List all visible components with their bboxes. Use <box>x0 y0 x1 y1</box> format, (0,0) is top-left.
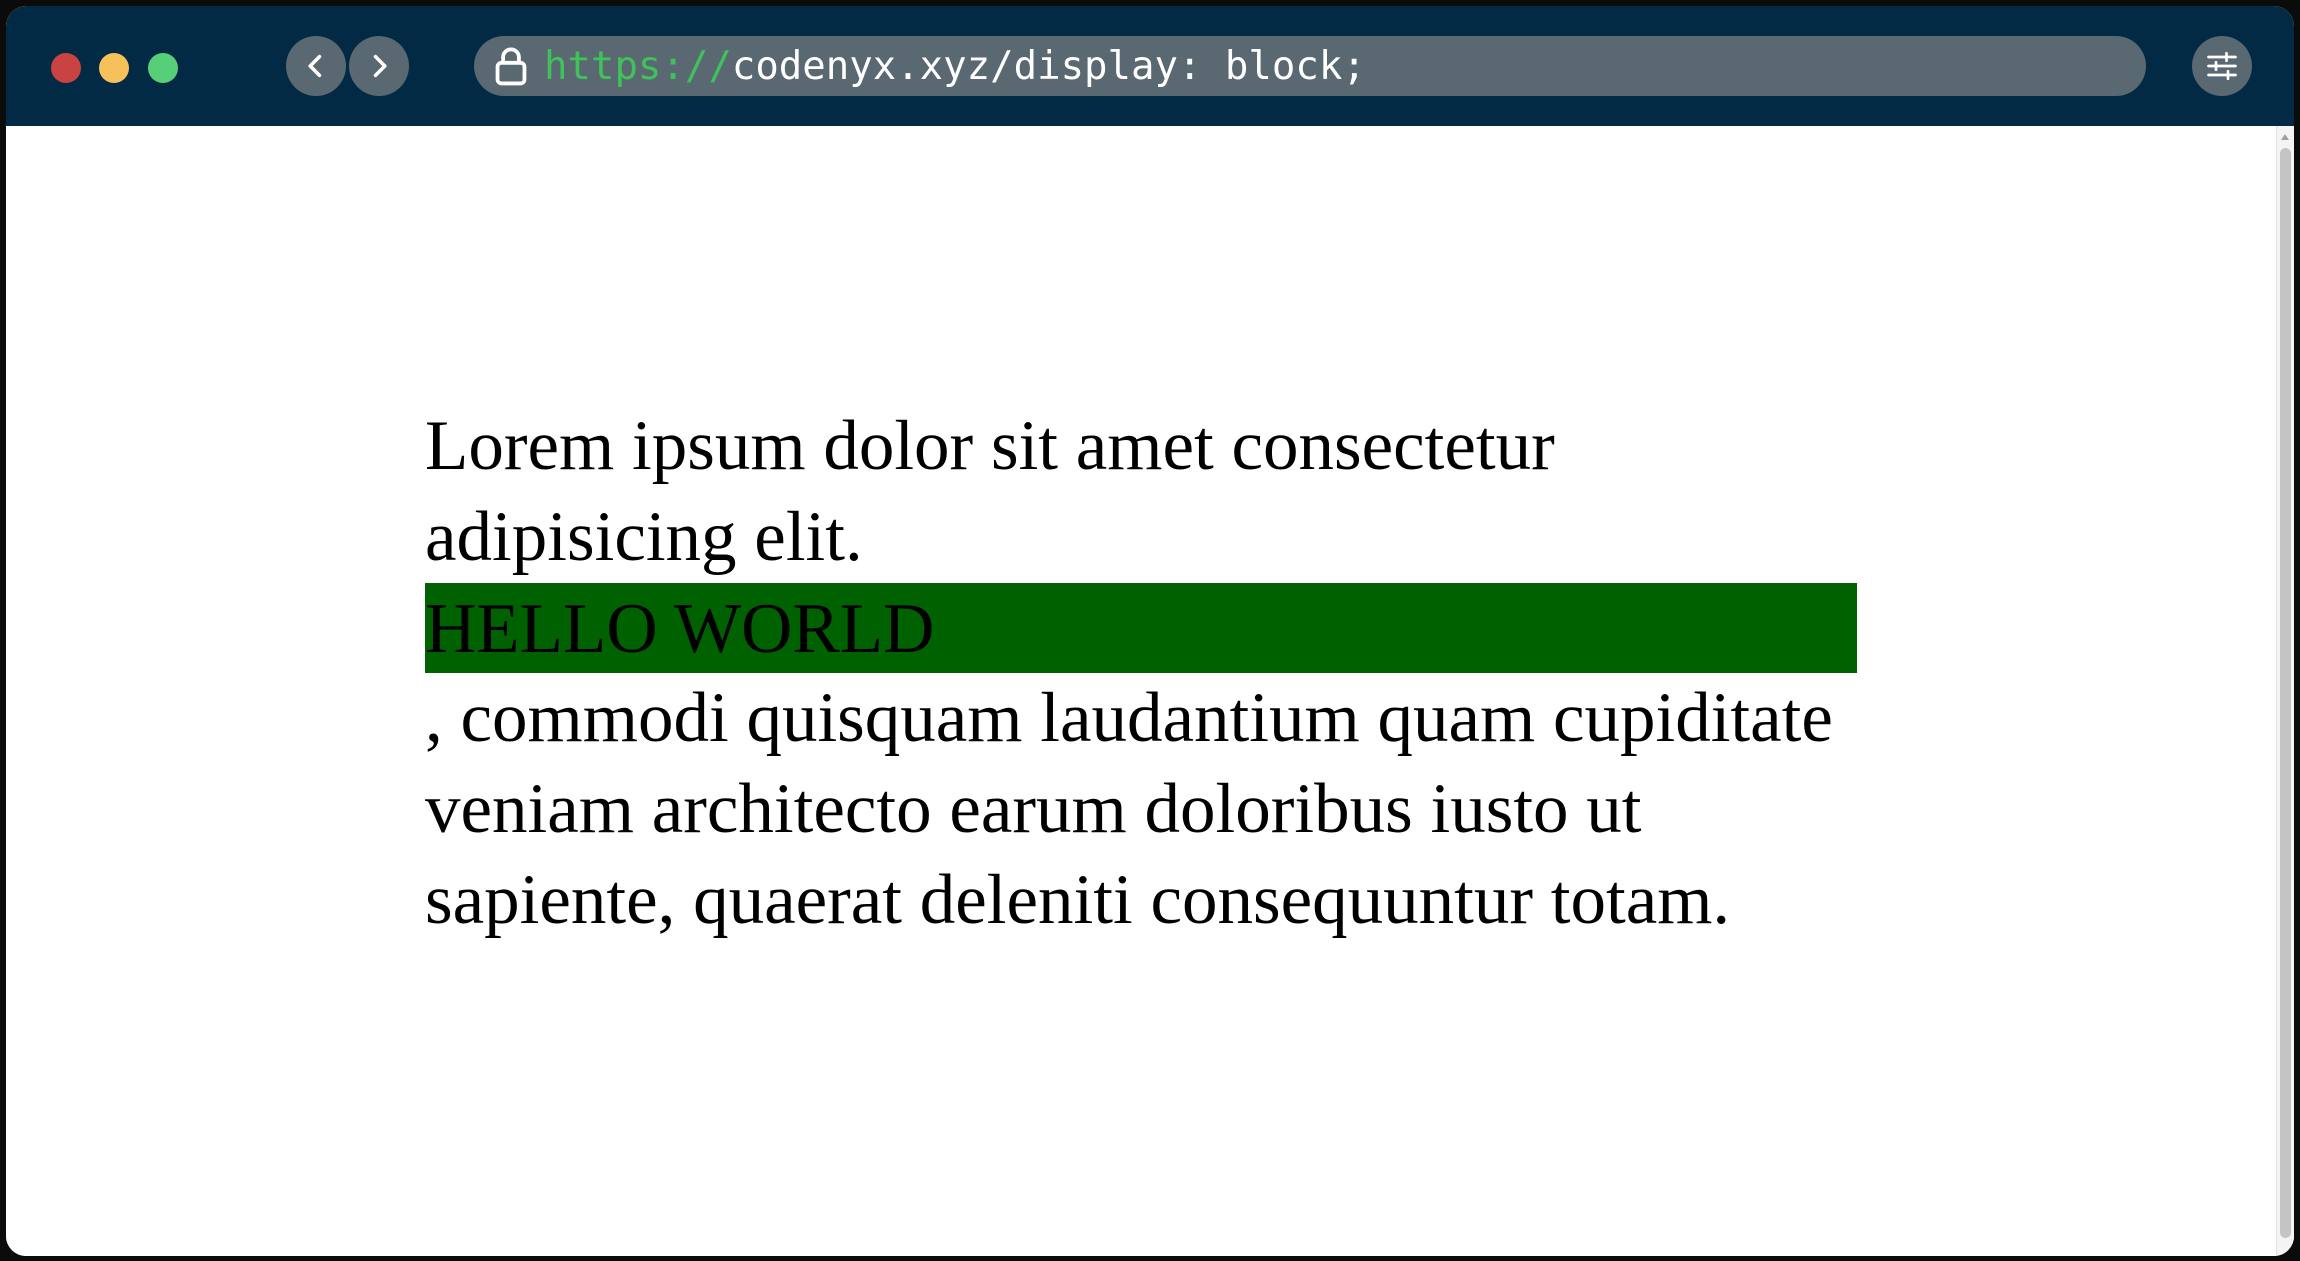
chevron-left-icon <box>308 54 322 78</box>
back-button[interactable] <box>286 36 346 96</box>
address-bar[interactable]: https://codenyx.xyz/display: block; <box>474 36 2146 96</box>
browser-toolbar: https://codenyx.xyz/display: block; <box>6 6 2294 126</box>
hello-world-block: HELLO WORLD <box>425 583 1857 673</box>
page-viewport: Lorem ipsum dolor sit amet consectetur a… <box>6 126 2294 1256</box>
url-path: codenyx.xyz/display: block; <box>731 43 1366 89</box>
settings-button[interactable] <box>2192 36 2252 96</box>
scrollbar-thumb[interactable] <box>2280 148 2291 1238</box>
scroll-up-arrow-icon[interactable] <box>2281 134 2289 140</box>
vertical-scrollbar[interactable] <box>2276 126 2294 1256</box>
forward-button[interactable] <box>349 36 409 96</box>
minimize-window-button[interactable] <box>99 53 129 83</box>
close-window-button[interactable] <box>51 53 81 83</box>
page-content: Lorem ipsum dolor sit amet consectetur a… <box>425 401 1857 946</box>
intro-text: Lorem ipsum dolor sit amet consectetur a… <box>425 407 1555 576</box>
sliders-icon <box>2207 51 2237 81</box>
lock-icon <box>495 47 527 86</box>
paragraph: Lorem ipsum dolor sit amet consectetur a… <box>425 401 1857 946</box>
trailing-text: , commodi quisquam laudantium quam cupid… <box>425 679 1833 939</box>
zoom-window-button[interactable] <box>148 53 178 83</box>
chevron-right-icon <box>373 54 387 78</box>
url-scheme: https:// <box>544 43 732 89</box>
browser-window: https://codenyx.xyz/display: block; Lore… <box>6 6 2294 1256</box>
